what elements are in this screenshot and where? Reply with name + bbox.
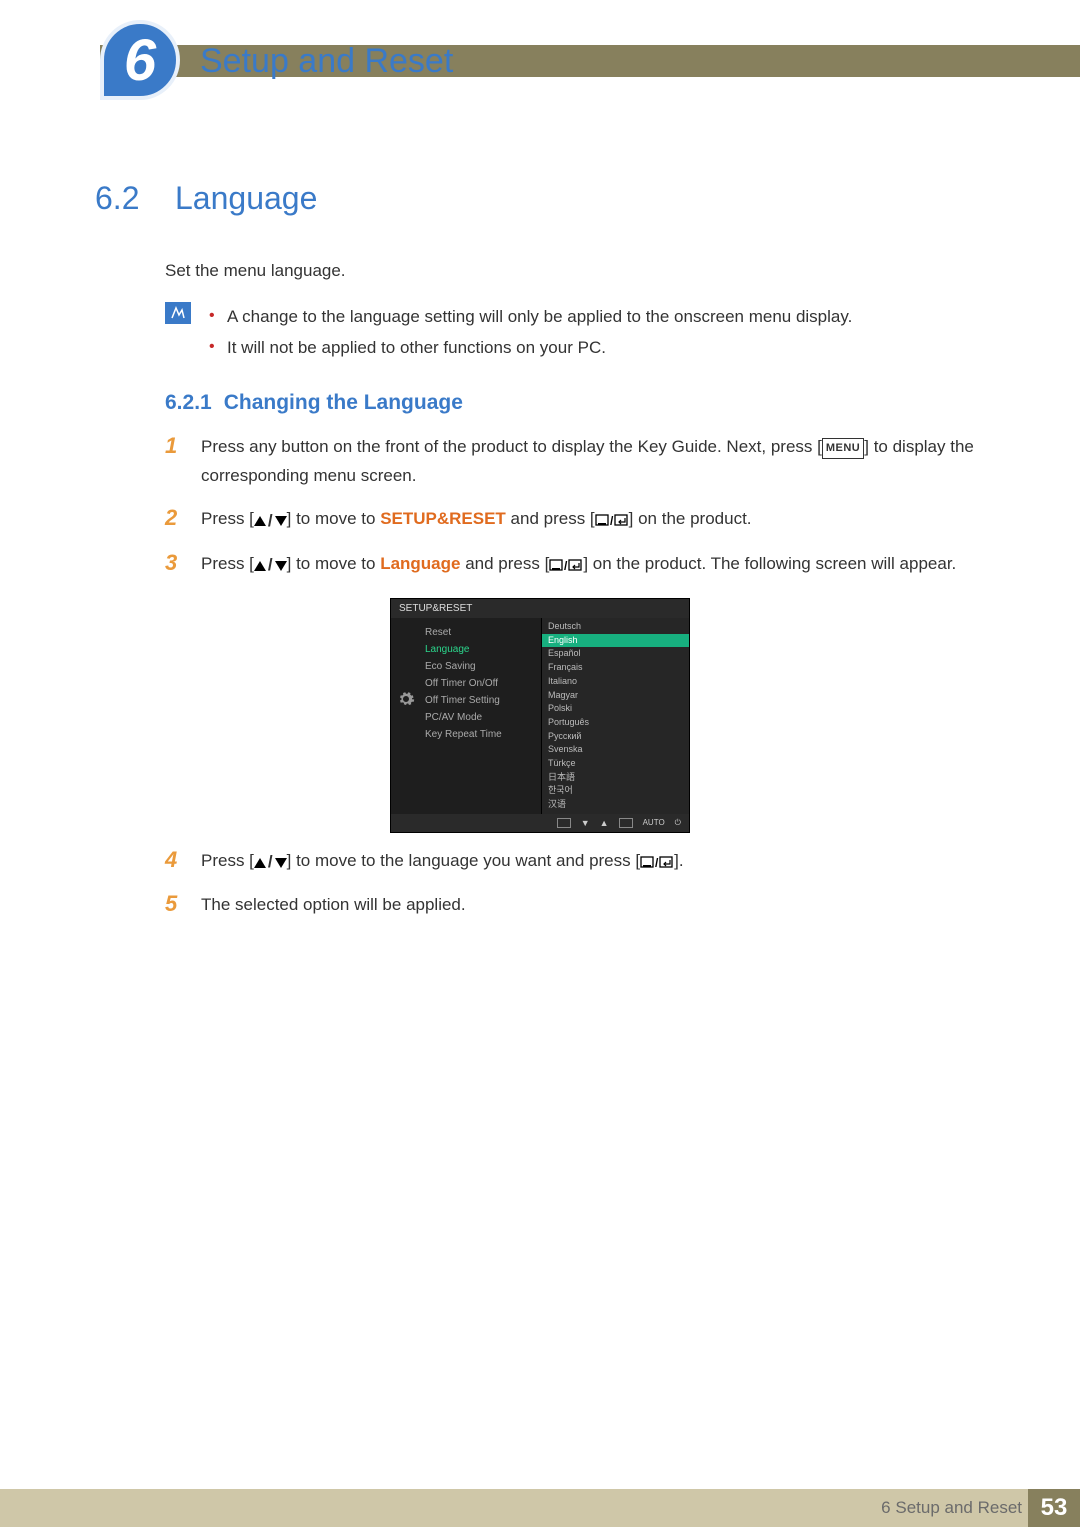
subsection-heading: 6.2.1 Changing the Language — [165, 391, 985, 415]
subsection-number: 6.2.1 — [165, 391, 212, 415]
svg-text:/: / — [564, 559, 568, 572]
step-number: 2 — [165, 505, 181, 535]
step-text: Press [/] to move to the language you wa… — [201, 847, 684, 877]
osd-left-menu: ResetLanguageEco SavingOff Timer On/OffO… — [391, 618, 541, 814]
osd-left-item: Off Timer On/Off — [425, 675, 541, 692]
footer-page-number: 53 — [1028, 1489, 1080, 1527]
text: ] on the product. The following screen w… — [583, 554, 956, 573]
section-intro: Set the menu language. — [165, 257, 985, 284]
chapter-number: 6 — [124, 27, 156, 94]
enter-source-icon: / — [595, 509, 629, 528]
up-down-icon: / — [254, 848, 287, 877]
chapter-badge: 6 — [100, 20, 180, 100]
text: Press [ — [201, 554, 254, 573]
menu-button-label: MENU — [822, 438, 864, 459]
text: and press [ — [506, 509, 595, 528]
svg-text:/: / — [655, 856, 659, 869]
osd-left-item: Reset — [425, 624, 541, 641]
text: Press [ — [201, 851, 254, 870]
text: Press [ — [201, 509, 254, 528]
step-number: 4 — [165, 847, 181, 877]
text: Press any button on the front of the pro… — [201, 437, 822, 456]
text: ] to move to — [287, 554, 381, 573]
content: 6.2 Language Set the menu language. A ch… — [95, 180, 985, 934]
osd-right-item: Português — [542, 716, 689, 730]
chapter-title: Setup and Reset — [200, 42, 453, 81]
section-number: 6.2 — [95, 180, 155, 217]
osd-left-item: Off Timer Setting — [425, 692, 541, 709]
step-number: 3 — [165, 550, 181, 580]
osd-title: SETUP&RESET — [391, 599, 689, 618]
osd-right-item: Magyar — [542, 689, 689, 703]
down-icon: ▼ — [581, 818, 590, 828]
osd-right-item: English — [542, 634, 689, 648]
osd-auto-label: AUTO — [643, 818, 665, 827]
step-4: 4 Press [/] to move to the language you … — [165, 847, 985, 877]
osd-right-item: Polski — [542, 702, 689, 716]
step-list-cont: 4 Press [/] to move to the language you … — [165, 847, 985, 920]
osd-right-item: Français — [542, 661, 689, 675]
enter-source-icon: / — [640, 851, 674, 870]
keyword: SETUP&RESET — [380, 509, 506, 528]
enter-source-icon: / — [549, 554, 583, 573]
step-text: Press [/] to move to Language and press … — [201, 550, 956, 580]
osd-left-item: PC/AV Mode — [425, 709, 541, 726]
step-2: 2 Press [/] to move to SETUP&RESET and p… — [165, 505, 985, 535]
osd-right-menu: DeutschEnglishEspañolFrançaisItalianoMag… — [541, 618, 689, 814]
note-item: It will not be applied to other function… — [209, 333, 852, 364]
section-title: Language — [175, 180, 317, 217]
text: ] to move to the language you want and p… — [287, 851, 640, 870]
osd-left-item: Eco Saving — [425, 658, 541, 675]
subsection-title: Changing the Language — [224, 391, 463, 415]
osd-left-item: Language — [425, 641, 541, 658]
osd-left-item: Key Repeat Time — [425, 726, 541, 743]
power-icon: ⏻ — [675, 818, 681, 828]
osd-footer: ▼ ▲ AUTO ⏻ — [391, 814, 689, 832]
up-down-icon: / — [254, 507, 287, 536]
step-list: 1 Press any button on the front of the p… — [165, 433, 985, 580]
step-5: 5 The selected option will be applied. — [165, 891, 985, 920]
step-text: The selected option will be applied. — [201, 891, 466, 920]
osd-right-item: Türkçe — [542, 757, 689, 771]
page-footer: 6 Setup and Reset 53 — [0, 1489, 1080, 1527]
text: ]. — [674, 851, 683, 870]
osd-right-item: 日本語 — [542, 771, 689, 785]
osd-right-item: Italiano — [542, 675, 689, 689]
step-3: 3 Press [/] to move to Language and pres… — [165, 550, 985, 580]
step-text: Press any button on the front of the pro… — [201, 433, 985, 491]
note-block: A change to the language setting will on… — [165, 302, 985, 363]
gear-icon — [397, 690, 415, 708]
osd-right-item: 한국어 — [542, 784, 689, 798]
text: ] on the product. — [629, 509, 752, 528]
step-text: Press [/] to move to SETUP&RESET and pre… — [201, 505, 752, 535]
text: and press [ — [460, 554, 549, 573]
section-heading: 6.2 Language — [95, 180, 985, 217]
step-number: 5 — [165, 891, 181, 920]
footer-text: 6 Setup and Reset — [881, 1498, 1022, 1518]
note-list: A change to the language setting will on… — [209, 302, 852, 363]
svg-text:/: / — [610, 514, 614, 527]
text: ] to move to — [287, 509, 381, 528]
osd-right-item: Svenska — [542, 743, 689, 757]
step-1: 1 Press any button on the front of the p… — [165, 433, 985, 491]
osd-right-item: Español — [542, 647, 689, 661]
osd-right-item: Deutsch — [542, 620, 689, 634]
osd-right-item: Русский — [542, 730, 689, 744]
osd-right-item: 汉语 — [542, 798, 689, 812]
osd-nav-icon — [619, 818, 633, 828]
keyword: Language — [380, 554, 460, 573]
note-icon — [165, 302, 191, 324]
note-item: A change to the language setting will on… — [209, 302, 852, 333]
step-number: 1 — [165, 433, 181, 491]
osd-nav-icon — [557, 818, 571, 828]
up-down-icon: / — [254, 551, 287, 580]
up-icon: ▲ — [600, 818, 609, 828]
osd-screenshot: SETUP&RESET ResetLanguageEco SavingOff T… — [390, 598, 690, 833]
